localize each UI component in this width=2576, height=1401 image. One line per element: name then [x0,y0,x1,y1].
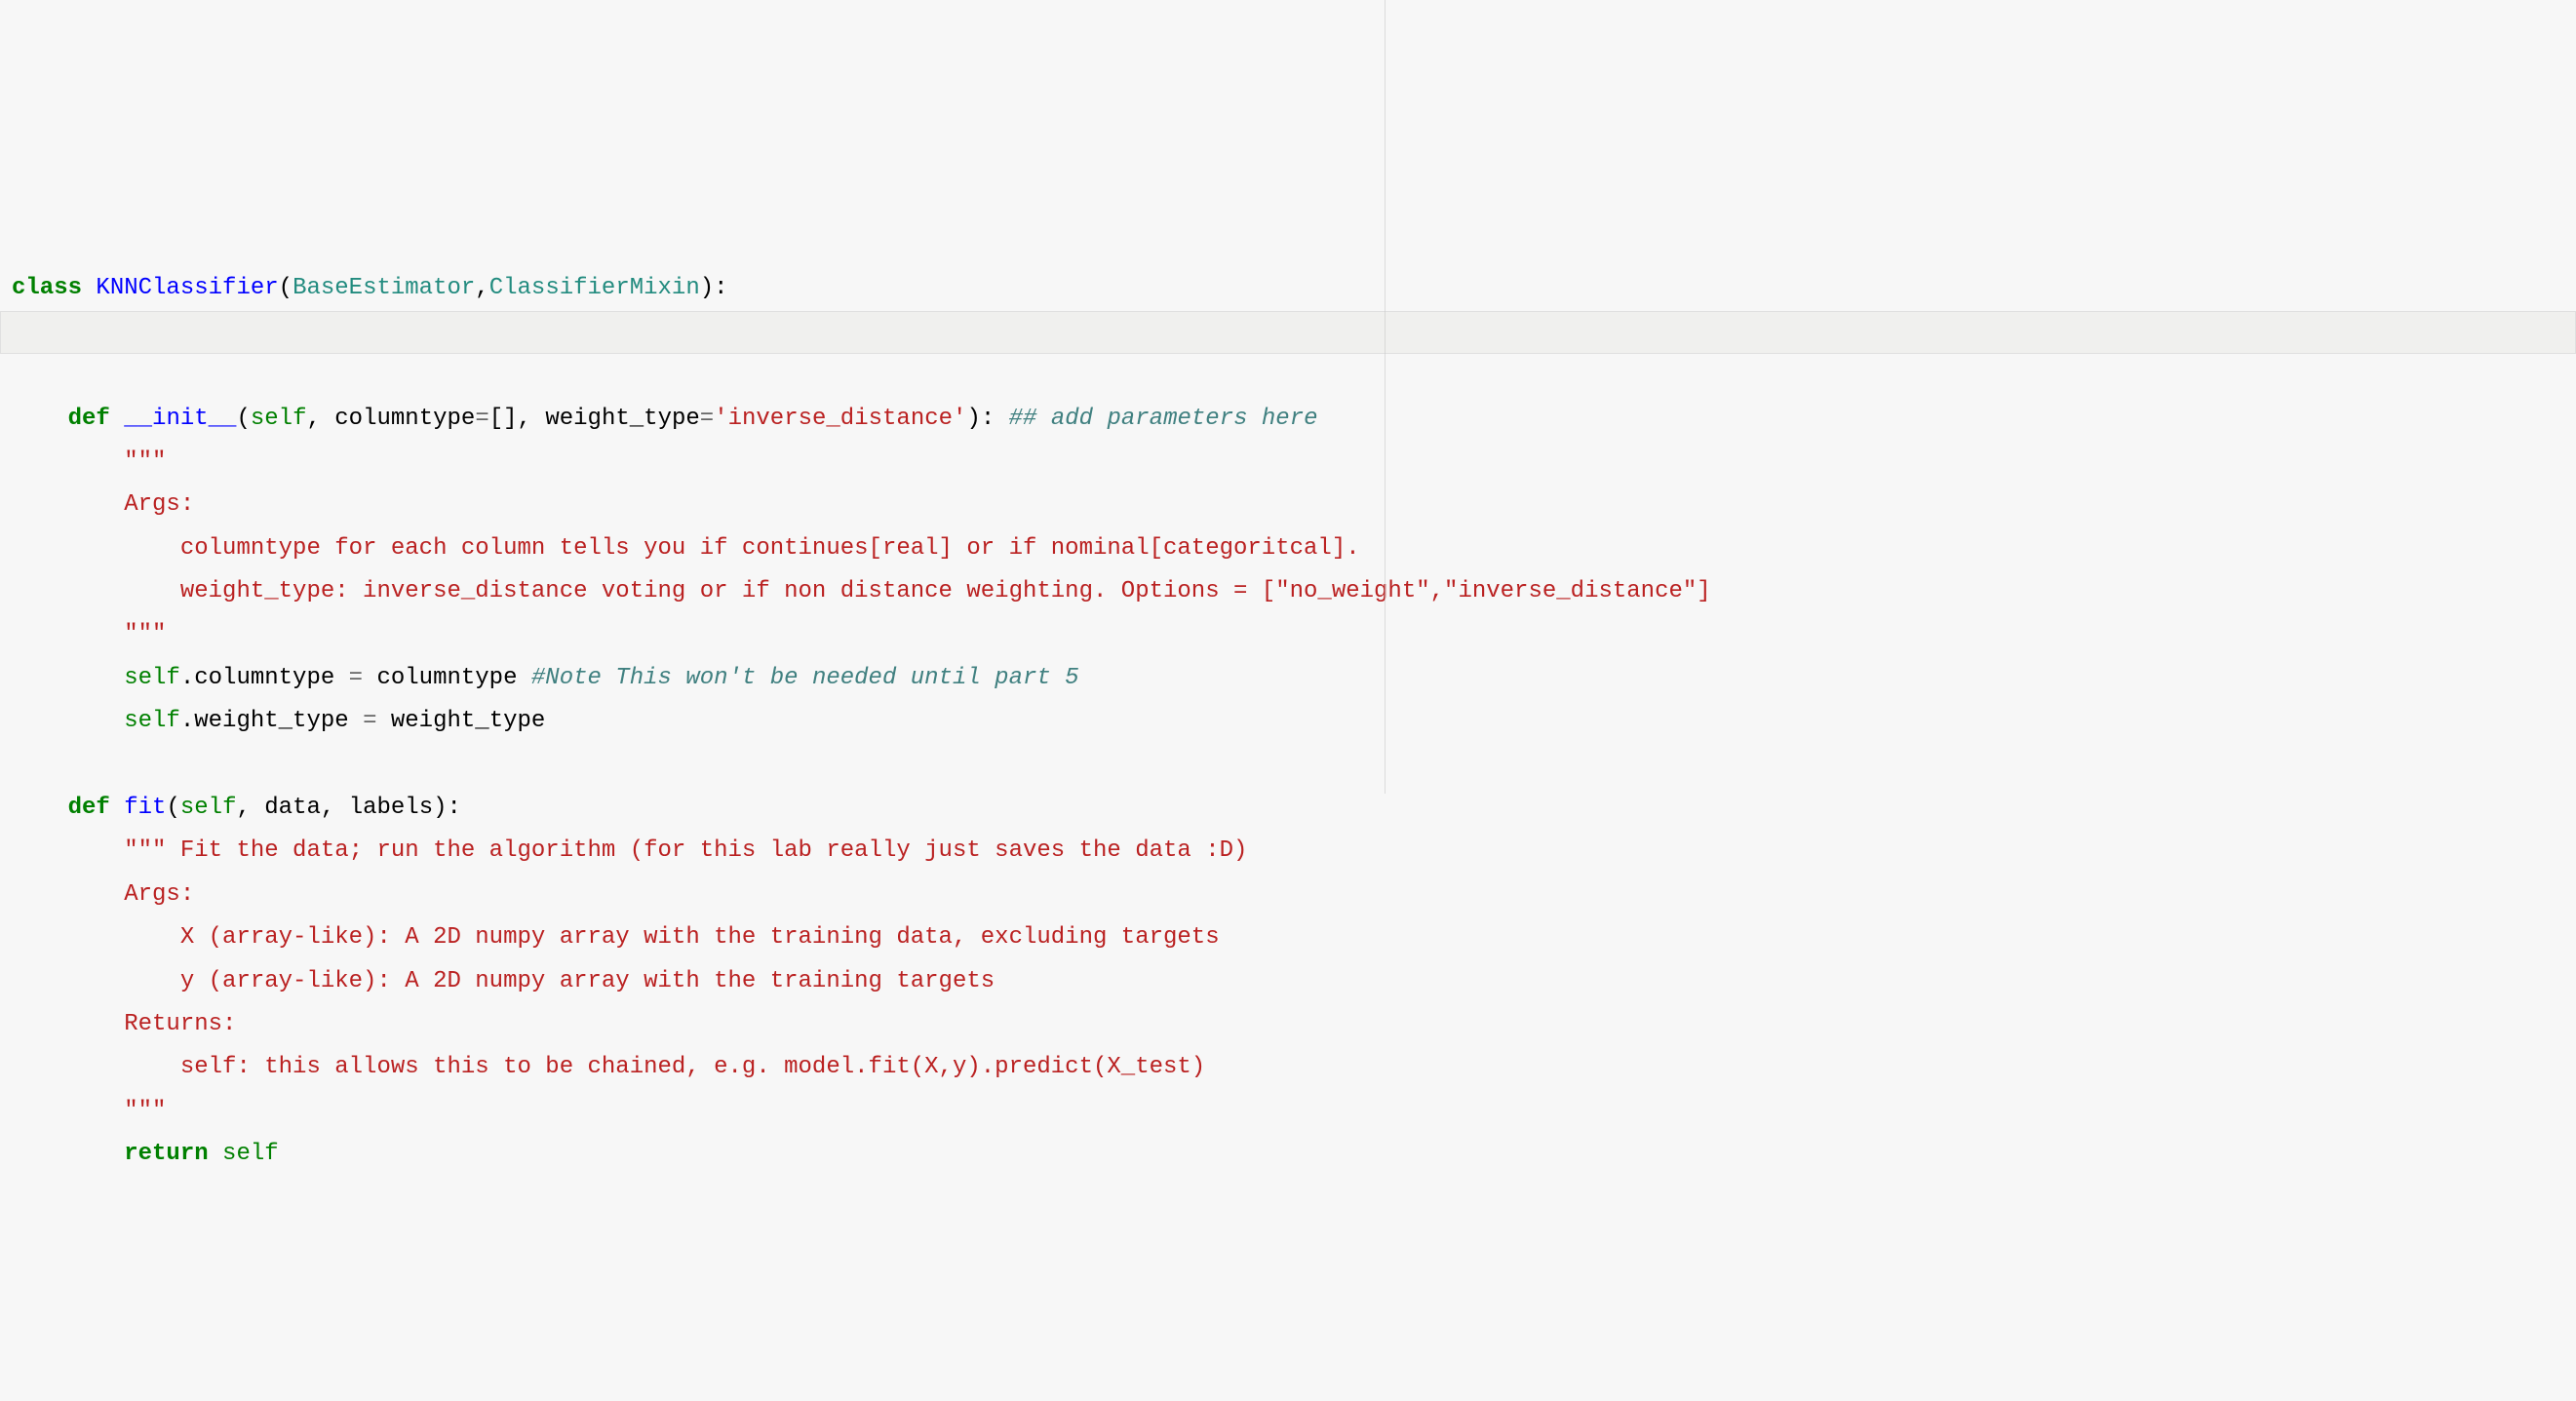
base-class-1: BaseEstimator [293,275,475,301]
blank-line [12,752,25,778]
code-line-return: return self [12,1141,279,1167]
docstring-close: """ [12,1098,166,1124]
code-line-class-def: class KNNClassifier(BaseEstimator,Classi… [12,275,728,301]
docstring-args-header: Args: [12,881,194,908]
comment-note: #Note This won't be needed until part 5 [531,665,1079,691]
docstring-open: """ [12,448,166,475]
docstring-close: """ [12,621,166,647]
code-line-fit-def: def fit(self, data, labels): [12,795,461,821]
code-line-assign-weight-type: self.weight_type = weight_type [12,708,545,734]
comment-add-params: ## add parameters here [1009,406,1318,432]
code-line-assign-columntype: self.columntype = columntype #Note This … [12,665,1079,691]
docstring-line: y (array-like): A 2D numpy array with th… [12,968,995,994]
code-cell[interactable]: class KNNClassifier(BaseEstimator,Classi… [0,259,2576,1184]
docstring-line: self: this allows this to be chained, e.… [12,1054,1205,1080]
docstring-line: columntype for each column tells you if … [12,535,1360,562]
base-class-2: ClassifierMixin [489,275,700,301]
method-init: __init__ [124,406,236,432]
keyword-return: return [124,1141,208,1167]
docstring-returns-header: Returns: [12,1011,236,1037]
keyword-class: class [12,275,82,301]
class-name: KNNClassifier [96,275,278,301]
docstring-open-fit: """ Fit the data; run the algorithm (for… [12,837,1247,864]
code-line-init-def: def __init__(self, columntype=[], weight… [12,406,1318,432]
docstring-line: X (array-like): A 2D numpy array with th… [12,924,1220,951]
method-fit: fit [124,795,166,821]
docstring-args-header: Args: [12,491,194,518]
active-cursor-line[interactable] [0,311,2576,354]
docstring-line: weight_type: inverse_distance voting or … [12,578,1711,604]
